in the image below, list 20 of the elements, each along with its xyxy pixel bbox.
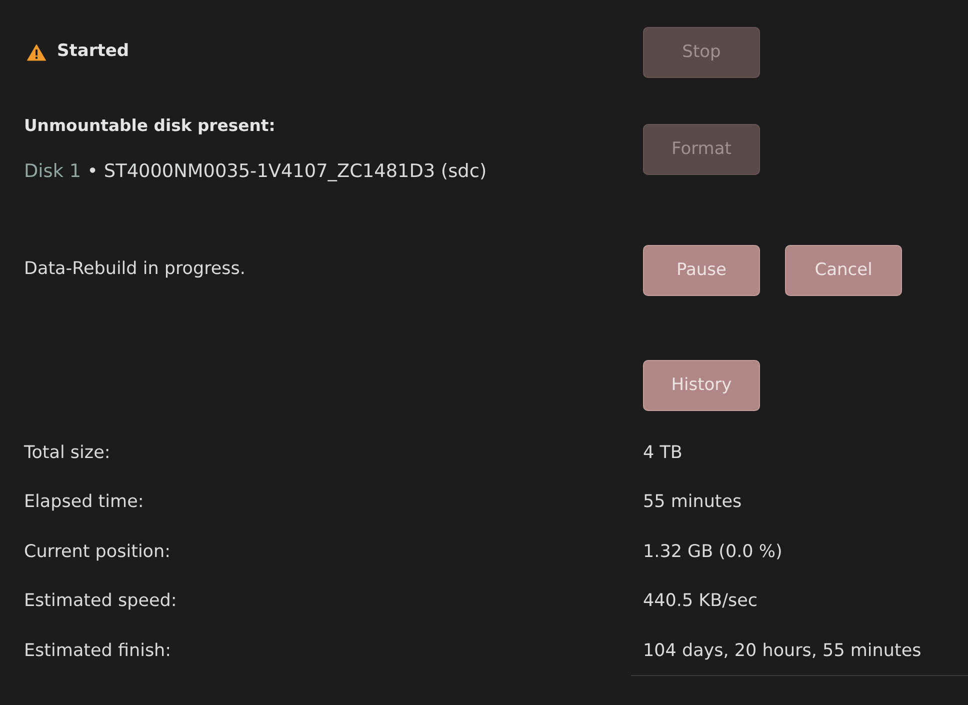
disk-device-text: ST4000NM0035-1V4107_ZC1481D3 (sdc) — [104, 161, 487, 183]
array-status-text: Started — [57, 40, 130, 64]
bullet-separator: • — [87, 161, 98, 183]
stat-label: Total size: — [24, 442, 110, 465]
disk-link[interactable]: Disk 1 — [24, 161, 82, 183]
pause-button[interactable]: Pause — [643, 245, 760, 296]
warning-icon — [27, 44, 46, 60]
stat-value: 440.5 KB/sec — [643, 590, 758, 614]
stat-value: 55 minutes — [643, 491, 742, 514]
history-button[interactable]: History — [643, 360, 760, 411]
stat-value: 104 days, 20 hours, 55 minutes — [643, 640, 922, 663]
stat-label: Estimated speed: — [24, 590, 177, 614]
stat-value: 4 TB — [643, 442, 682, 465]
rebuild-status-text: Data-Rebuild in progress. — [24, 258, 246, 279]
cancel-button[interactable]: Cancel — [785, 245, 902, 296]
stat-label: Estimated finish: — [24, 640, 172, 664]
stat-label: Elapsed time: — [24, 491, 144, 514]
unmountable-heading: Unmountable disk present: — [24, 115, 276, 137]
stat-label: Current position: — [24, 540, 171, 564]
stat-value: 1.32 GB (0.0 %) — [643, 540, 782, 564]
